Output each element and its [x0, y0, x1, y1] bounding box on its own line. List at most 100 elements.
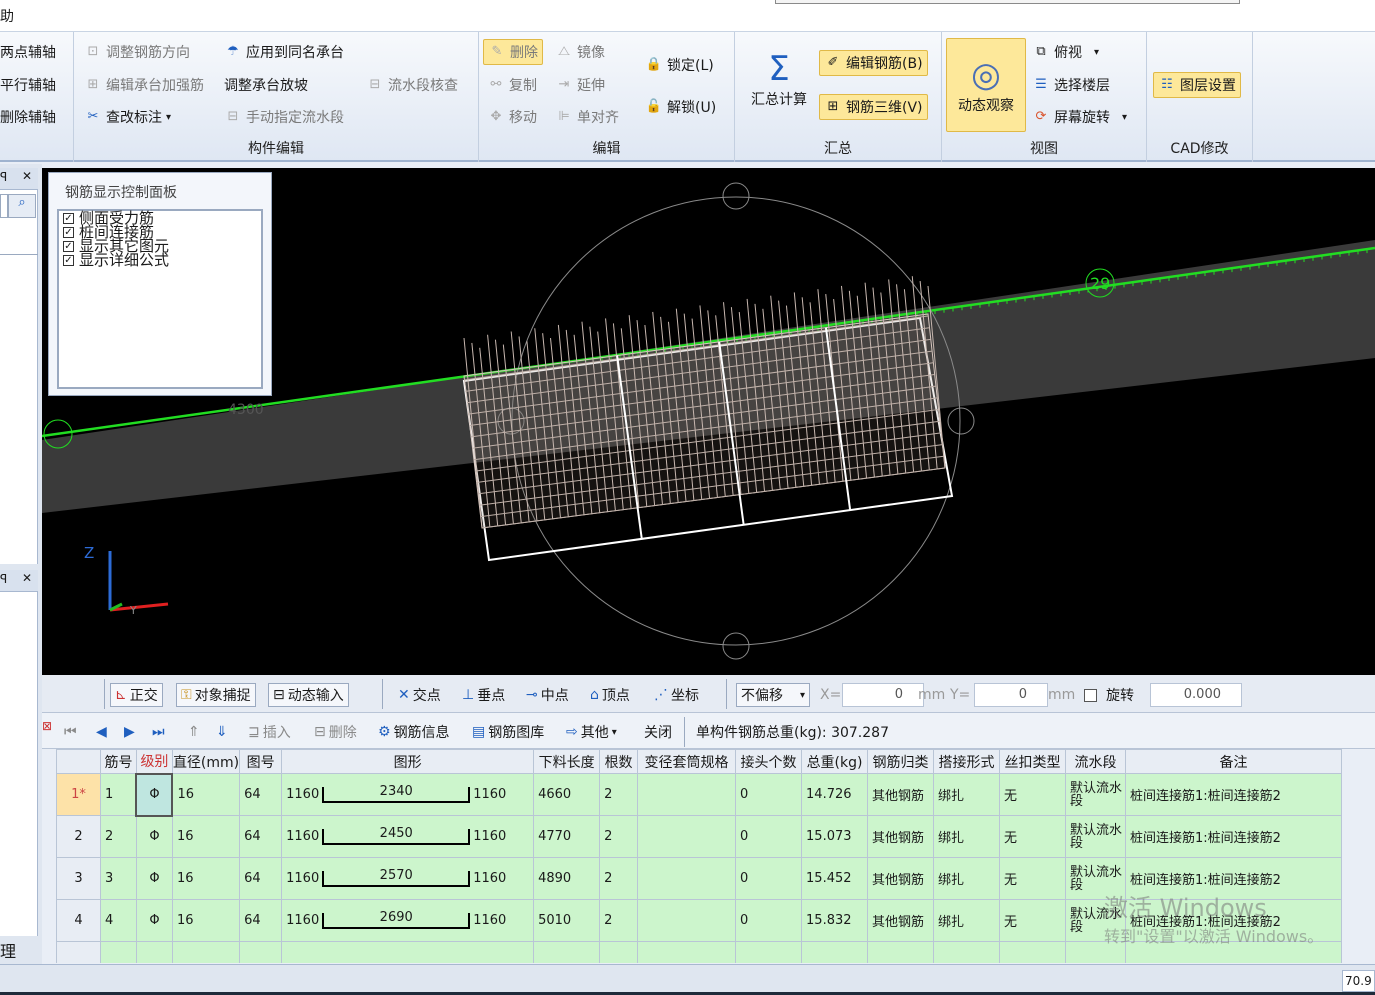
- panel-close-icon[interactable]: ⊠: [42, 715, 52, 737]
- table-row[interactable]: 3 3 Φ 16 64 1160 2570 1160 4890 2 0 15.452 其他钢筋 绑扎无默认…: [56, 857, 1342, 900]
- figure-number-cell[interactable]: 64: [239, 899, 283, 942]
- partial-cell[interactable]: [867, 941, 934, 963]
- summary-calc-button[interactable]: Σ 汇总计算: [745, 44, 813, 114]
- other-dropdown-button[interactable]: ⇨ 其他 ▾: [566, 721, 617, 743]
- joints-cell[interactable]: 0: [735, 857, 803, 900]
- shape-cell[interactable]: 1160 2450 1160: [281, 815, 535, 858]
- shape-cell[interactable]: 1160 2690 1160: [281, 899, 535, 942]
- orbit-handle-bottom[interactable]: [722, 632, 750, 660]
- first-record-icon[interactable]: ⏮: [64, 721, 77, 743]
- close-table-button[interactable]: 关闭: [644, 721, 672, 743]
- search-icon[interactable]: ⌕: [8, 194, 36, 218]
- shape-cell[interactable]: 1160 2570 1160: [281, 857, 535, 900]
- move-down-icon[interactable]: ⇓: [216, 721, 228, 743]
- orbit-handle-right[interactable]: [947, 407, 975, 435]
- col-header[interactable]: 筋号: [99, 749, 137, 774]
- offset-dropdown[interactable]: 不偏移 ▾: [736, 683, 810, 707]
- joints-cell[interactable]: 0: [735, 815, 803, 858]
- thread-cell[interactable]: 无: [998, 857, 1066, 900]
- sleeve-cell[interactable]: [637, 899, 737, 942]
- edit-cap-reinforcement-button[interactable]: ⊞ 编辑承台加强筋: [84, 72, 204, 98]
- copy-button[interactable]: ⚯ 复制: [487, 72, 537, 98]
- row-header[interactable]: 3: [56, 857, 101, 900]
- left-search-input[interactable]: [0, 194, 8, 218]
- thread-cell[interactable]: 无: [998, 773, 1066, 816]
- extend-button[interactable]: ⇥ 延伸: [555, 72, 605, 98]
- top-view-button[interactable]: ⧉ 俯视 ▾: [1032, 39, 1099, 65]
- mirror-button[interactable]: ⧍ 镜像: [555, 39, 605, 65]
- joints-cell[interactable]: 0: [735, 899, 803, 942]
- diameter-cell[interactable]: 16: [171, 815, 241, 858]
- partial-cell[interactable]: [99, 941, 137, 963]
- partial-cell[interactable]: [637, 941, 737, 963]
- cut-length-cell[interactable]: 4770: [533, 815, 601, 858]
- col-header[interactable]: 级别: [135, 749, 173, 774]
- midpoint-snap-button[interactable]: ⊸ 中点: [526, 683, 569, 707]
- orbit-handle-top[interactable]: [722, 182, 750, 210]
- last-record-icon[interactable]: ⏭: [152, 721, 165, 743]
- lap-cell[interactable]: 绑扎: [933, 899, 1000, 942]
- partial-cell[interactable]: [599, 941, 639, 963]
- cut-length-cell[interactable]: 4890: [533, 857, 601, 900]
- lock-button[interactable]: 🔒 锁定(L): [645, 52, 714, 78]
- note-cell[interactable]: 桩间连接筋1:桩间连接筋2: [1124, 899, 1342, 942]
- diameter-cell[interactable]: 16: [171, 773, 241, 816]
- weight-cell[interactable]: 15.452: [801, 857, 869, 900]
- move-up-icon[interactable]: ⇑: [188, 721, 200, 743]
- lap-cell[interactable]: 绑扎: [933, 815, 1000, 858]
- cut-length-cell[interactable]: 5010: [533, 899, 601, 942]
- perpendicular-snap-button[interactable]: ⊥ 垂点: [462, 683, 505, 707]
- select-floor-button[interactable]: ☰ 选择楼层: [1032, 72, 1110, 98]
- rebar-number-cell[interactable]: 3: [99, 857, 137, 900]
- figure-number-cell[interactable]: 64: [239, 857, 283, 900]
- partial-cell[interactable]: [1124, 941, 1342, 963]
- rebar-3d-button[interactable]: ⊞ 钢筋三维(V): [819, 94, 928, 120]
- dynamic-observe-button[interactable]: ◎ 动态观察: [946, 38, 1026, 132]
- category-cell[interactable]: 其他钢筋: [867, 857, 934, 900]
- row-header[interactable]: 2: [56, 815, 101, 858]
- top-search-box[interactable]: [775, 0, 1240, 4]
- close-icon-2[interactable]: ✕: [22, 571, 32, 585]
- lap-cell[interactable]: 绑扎: [933, 773, 1000, 816]
- coordinate-snap-button[interactable]: ⋰ 坐标: [654, 683, 699, 707]
- note-cell[interactable]: 桩间连接筋1:桩间连接筋2: [1124, 773, 1342, 816]
- rebar-number-cell[interactable]: 2: [99, 815, 137, 858]
- layer-settings-button[interactable]: ☷ 图层设置: [1153, 72, 1241, 98]
- apply-same-cap-button[interactable]: ☂ 应用到同名承台: [224, 39, 344, 65]
- count-cell[interactable]: 2: [599, 899, 639, 942]
- sleeve-cell[interactable]: [637, 857, 737, 900]
- single-align-button[interactable]: ⊫ 单对齐: [555, 104, 619, 130]
- next-record-icon[interactable]: ▶: [124, 721, 135, 743]
- count-cell[interactable]: 2: [599, 857, 639, 900]
- intersection-snap-button[interactable]: ✕ 交点: [398, 683, 441, 707]
- col-header[interactable]: 备注: [1124, 749, 1342, 774]
- checkbox-show-formula[interactable]: ✓ 显示详细公式: [59, 253, 261, 268]
- parallel-axis-button[interactable]: 平行辅轴: [0, 72, 56, 98]
- col-header[interactable]: 接头个数: [735, 749, 803, 774]
- figure-number-cell[interactable]: 64: [239, 773, 283, 816]
- edit-rebar-button[interactable]: ✐ 编辑钢筋(B): [819, 50, 928, 76]
- insert-button[interactable]: ⊒ 插入: [248, 721, 291, 743]
- count-cell[interactable]: 2: [599, 773, 639, 816]
- unlock-button[interactable]: 🔓 解锁(U): [645, 94, 716, 120]
- rotate-checkbox[interactable]: 旋转: [1084, 683, 1134, 707]
- grade-cell[interactable]: Φ: [135, 899, 173, 942]
- flow-section-check-button[interactable]: ⊟ 流水段核查: [366, 72, 458, 98]
- category-cell[interactable]: 其他钢筋: [867, 815, 934, 858]
- query-edit-annotation-button[interactable]: ✂ 查改标注 ▾: [84, 104, 171, 130]
- partial-cell[interactable]: [933, 941, 1000, 963]
- partial-cell[interactable]: [801, 941, 869, 963]
- col-header[interactable]: 流水段: [1064, 749, 1126, 774]
- weight-cell[interactable]: 14.726: [801, 773, 869, 816]
- col-header[interactable]: 根数: [599, 749, 639, 774]
- flow-section-cell[interactable]: 默认流水段: [1064, 857, 1126, 900]
- close-icon[interactable]: ✕: [22, 169, 32, 183]
- figure-number-cell[interactable]: 64: [239, 815, 283, 858]
- note-cell[interactable]: 桩间连接筋1:桩间连接筋2: [1124, 857, 1342, 900]
- table-row-partial[interactable]: [56, 941, 1342, 963]
- cut-length-cell[interactable]: 4660: [533, 773, 601, 816]
- delete-button[interactable]: ✎ 删除: [483, 39, 543, 65]
- weight-cell[interactable]: 15.073: [801, 815, 869, 858]
- partial-cell[interactable]: [533, 941, 601, 963]
- partial-cell[interactable]: [281, 941, 535, 963]
